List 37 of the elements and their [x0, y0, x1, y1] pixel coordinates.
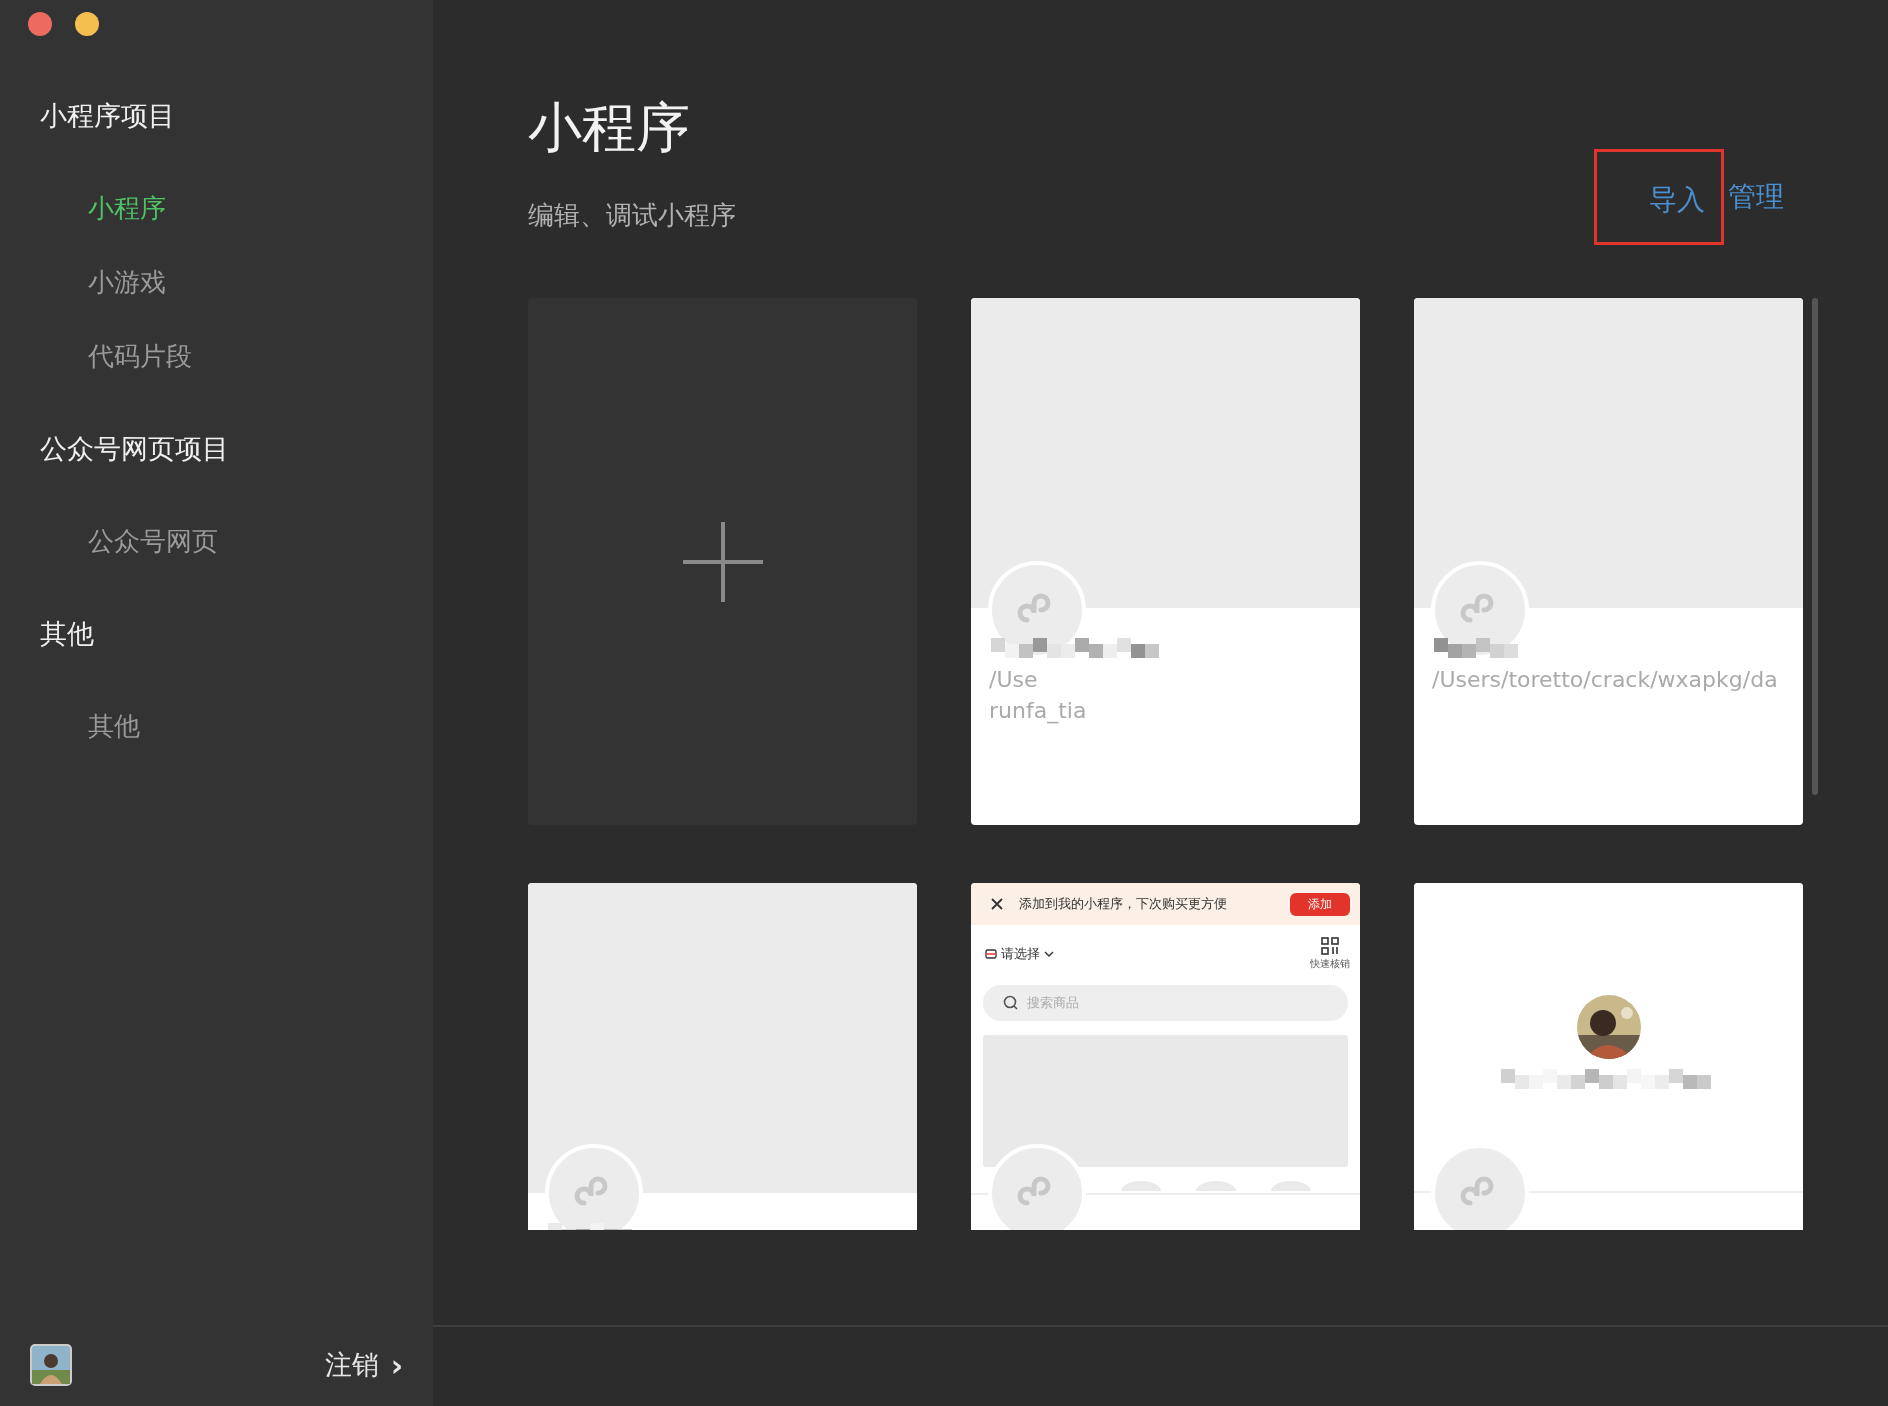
- project-path: /Use: [989, 666, 1039, 694]
- avatar-icon[interactable]: [30, 1344, 72, 1386]
- header-link[interactable]: 导入: [1594, 149, 1724, 245]
- chevron-icon: [1044, 950, 1054, 958]
- page-title: 小程序: [528, 95, 691, 161]
- plus-icon: [682, 521, 763, 602]
- store-label: 请选择: [1001, 945, 1040, 963]
- link-icon: [544, 1143, 644, 1230]
- page-subtitle: 编辑、调试小程序: [528, 199, 736, 232]
- search-icon: [1003, 995, 1019, 1011]
- close-icon: [991, 898, 1003, 910]
- section-heading: 公众号网页项目: [40, 432, 230, 466]
- header-link[interactable]: 管理: [1724, 149, 1788, 245]
- project-path: /Users/toretto/crack/wxapkg/da: [1432, 666, 1779, 694]
- search-field: 搜索商品: [983, 985, 1348, 1021]
- sidebar-item[interactable]: 公众号网页: [88, 521, 218, 561]
- grid-icon: [1321, 937, 1339, 955]
- window-control[interactable]: [28, 12, 52, 36]
- section-heading: 其他: [40, 617, 95, 651]
- window-control[interactable]: [75, 12, 99, 36]
- scrollbar[interactable]: [1812, 298, 1818, 795]
- logout-button[interactable]: 注销 ›: [324, 1347, 403, 1383]
- project-card[interactable]: 添加到我的小程序，下次购买更方便 添加 请选择 快速核销 搜索商品: [971, 883, 1360, 1230]
- sidebar-item[interactable]: 代码片段: [88, 336, 192, 376]
- store-icon: [985, 948, 997, 960]
- project-card[interactable]: /Users/toretto/crack/wxapkg/da: [1414, 298, 1803, 825]
- sidebar-item[interactable]: 小游戏: [88, 262, 166, 302]
- sidebar-item[interactable]: 小程序: [88, 188, 166, 228]
- project-card[interactable]: /Use runfa_tia: [971, 298, 1360, 825]
- link-icon: [987, 1143, 1087, 1230]
- banner-text: 添加到我的小程序，下次购买更方便: [1019, 895, 1228, 913]
- section-heading: 小程序项目: [40, 99, 176, 133]
- add-button: 添加: [1290, 892, 1350, 916]
- project-path: runfa_tia: [989, 697, 1088, 726]
- sidebar-item[interactable]: 其他: [88, 706, 140, 746]
- new-project-card[interactable]: [528, 298, 917, 825]
- scan-label: 快速核销: [1310, 957, 1350, 971]
